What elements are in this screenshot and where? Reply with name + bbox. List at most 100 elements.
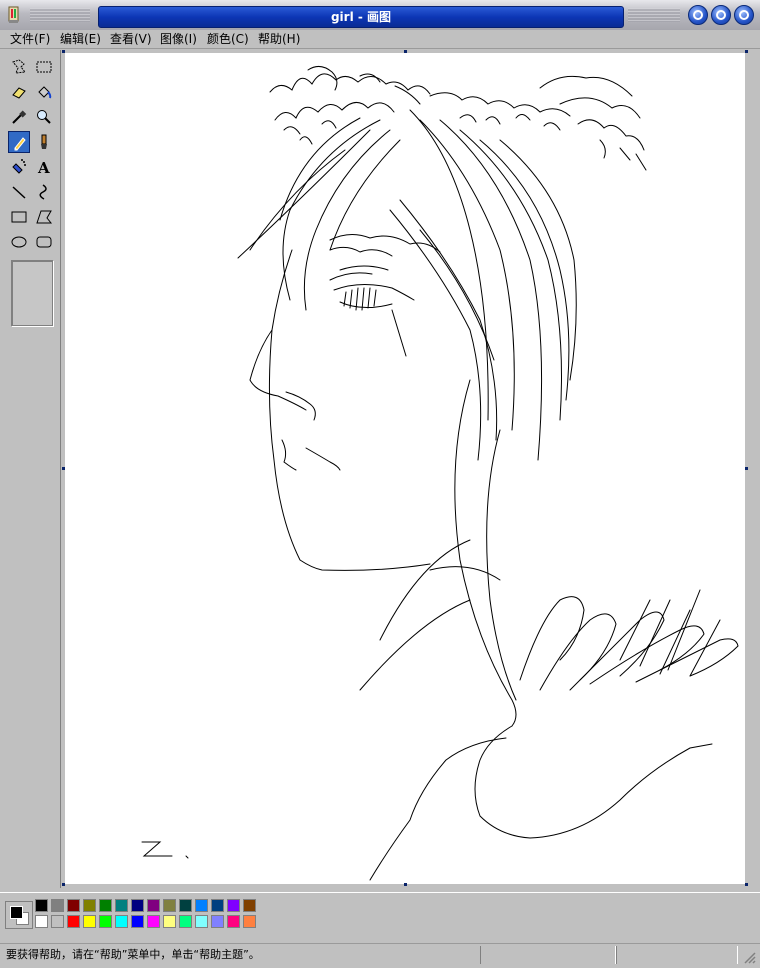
canvas-resize-handle-br[interactable] xyxy=(745,883,748,886)
palette-swatch[interactable] xyxy=(211,915,224,928)
rectangle-icon xyxy=(11,211,27,223)
palette-swatch[interactable] xyxy=(83,915,96,928)
palette-swatch[interactable] xyxy=(67,899,80,912)
free-form-select-icon xyxy=(12,59,26,74)
palette-swatch[interactable] xyxy=(35,915,48,928)
title-bar[interactable]: girl - 画图 xyxy=(0,0,760,31)
eyedropper-icon xyxy=(12,110,27,124)
brush-icon xyxy=(41,134,47,149)
minimize-button[interactable] xyxy=(688,5,708,25)
rounded-rectangle-icon xyxy=(36,236,52,248)
drawing-canvas[interactable] xyxy=(65,53,745,884)
menu-bar: 文件(F) 编辑(E) 查看(V) 图像(I) 颜色(C) 帮助(H) xyxy=(0,30,760,49)
title-grip-left xyxy=(30,8,90,22)
palette-swatch[interactable] xyxy=(99,915,112,928)
palette-swatch[interactable] xyxy=(35,899,48,912)
fill-bucket-tool[interactable] xyxy=(33,81,55,103)
menu-edit[interactable]: 编辑(E) xyxy=(60,31,101,47)
minimize-icon xyxy=(693,10,703,20)
palette-swatch[interactable] xyxy=(227,915,240,928)
airbrush-icon xyxy=(12,159,26,174)
menu-help[interactable]: 帮助(H) xyxy=(258,31,300,47)
curve-icon xyxy=(39,184,47,200)
title-strip: girl - 画图 xyxy=(98,6,624,28)
palette-swatch[interactable] xyxy=(163,915,176,928)
close-button[interactable] xyxy=(734,5,754,25)
color-box xyxy=(0,892,760,941)
status-bar: 要获得帮助，请在“帮助”菜单中，单击“帮助主题”。 xyxy=(0,943,760,968)
pencil-icon xyxy=(14,137,26,151)
ellipse-tool[interactable] xyxy=(8,231,30,253)
palette-swatch[interactable] xyxy=(195,915,208,928)
foreground-color-swatch xyxy=(10,906,23,919)
menu-file[interactable]: 文件(F) xyxy=(10,31,50,47)
close-icon xyxy=(739,10,749,20)
polygon-icon xyxy=(36,210,53,224)
canvas-resize-handle-t xyxy=(404,50,407,53)
status-help-text: 要获得帮助，请在“帮助”菜单中，单击“帮助主题”。 xyxy=(6,948,260,961)
ellipse-icon xyxy=(11,236,27,248)
canvas-resize-handle-bl xyxy=(62,883,65,886)
palette-swatch[interactable] xyxy=(243,915,256,928)
palette-swatch[interactable] xyxy=(131,899,144,912)
canvas-resize-handle-r[interactable] xyxy=(745,467,748,470)
girl-sketch xyxy=(141,66,739,881)
palette-swatch[interactable] xyxy=(147,915,160,928)
magnifier-icon xyxy=(37,110,51,124)
pencil-tool[interactable] xyxy=(8,131,30,153)
palette-swatch[interactable] xyxy=(115,899,128,912)
rectangle-select-icon xyxy=(36,61,52,73)
text-icon: A xyxy=(37,159,50,176)
paint-app-icon[interactable] xyxy=(6,6,22,24)
tool-options-box[interactable] xyxy=(11,260,53,326)
free-form-select-tool[interactable] xyxy=(8,56,30,78)
palette-swatch[interactable] xyxy=(99,899,112,912)
brush-tool[interactable] xyxy=(33,131,55,153)
menu-view[interactable]: 查看(V) xyxy=(110,31,152,47)
canvas-resize-handle-b[interactable] xyxy=(404,883,407,886)
line-icon xyxy=(12,186,26,199)
palette-swatch[interactable] xyxy=(115,915,128,928)
color-palette xyxy=(35,899,265,931)
canvas-resize-handle-l xyxy=(62,467,65,470)
palette-swatch[interactable] xyxy=(83,899,96,912)
palette-swatch[interactable] xyxy=(51,899,64,912)
menu-image[interactable]: 图像(I) xyxy=(160,31,197,47)
text-tool[interactable]: A xyxy=(33,156,55,178)
polygon-tool[interactable] xyxy=(33,206,55,228)
palette-swatch[interactable] xyxy=(131,915,144,928)
window-title: girl - 画图 xyxy=(330,10,392,24)
palette-swatch[interactable] xyxy=(179,915,192,928)
current-colors[interactable] xyxy=(5,901,33,929)
palette-swatch[interactable] xyxy=(195,899,208,912)
palette-swatch[interactable] xyxy=(211,899,224,912)
menu-colors[interactable]: 颜色(C) xyxy=(207,31,249,47)
canvas-resize-handle-tl xyxy=(62,50,65,53)
curve-tool[interactable] xyxy=(33,181,55,203)
rectangle-select-tool[interactable] xyxy=(33,56,55,78)
palette-swatch[interactable] xyxy=(179,899,192,912)
rectangle-tool[interactable] xyxy=(8,206,30,228)
status-pane-size xyxy=(616,946,738,964)
resize-grip-icon[interactable] xyxy=(742,950,756,964)
fill-bucket-icon xyxy=(38,86,52,99)
palette-swatch[interactable] xyxy=(51,915,64,928)
status-pane-coordinates xyxy=(480,946,616,964)
eraser-tool[interactable] xyxy=(8,81,30,103)
airbrush-tool[interactable] xyxy=(8,156,30,178)
palette-swatch[interactable] xyxy=(163,899,176,912)
magnifier-tool[interactable] xyxy=(33,106,55,128)
canvas-resize-handle-tr xyxy=(745,50,748,53)
rounded-rectangle-tool[interactable] xyxy=(33,231,55,253)
palette-swatch[interactable] xyxy=(227,899,240,912)
line-tool[interactable] xyxy=(8,181,30,203)
tool-box: A xyxy=(4,52,58,882)
palette-swatch[interactable] xyxy=(243,899,256,912)
eraser-icon xyxy=(12,87,26,99)
palette-swatch[interactable] xyxy=(67,915,80,928)
maximize-button[interactable] xyxy=(711,5,731,25)
palette-swatch[interactable] xyxy=(147,899,160,912)
title-grip-right xyxy=(628,8,680,22)
color-picker-tool[interactable] xyxy=(8,106,30,128)
maximize-icon xyxy=(716,10,726,20)
